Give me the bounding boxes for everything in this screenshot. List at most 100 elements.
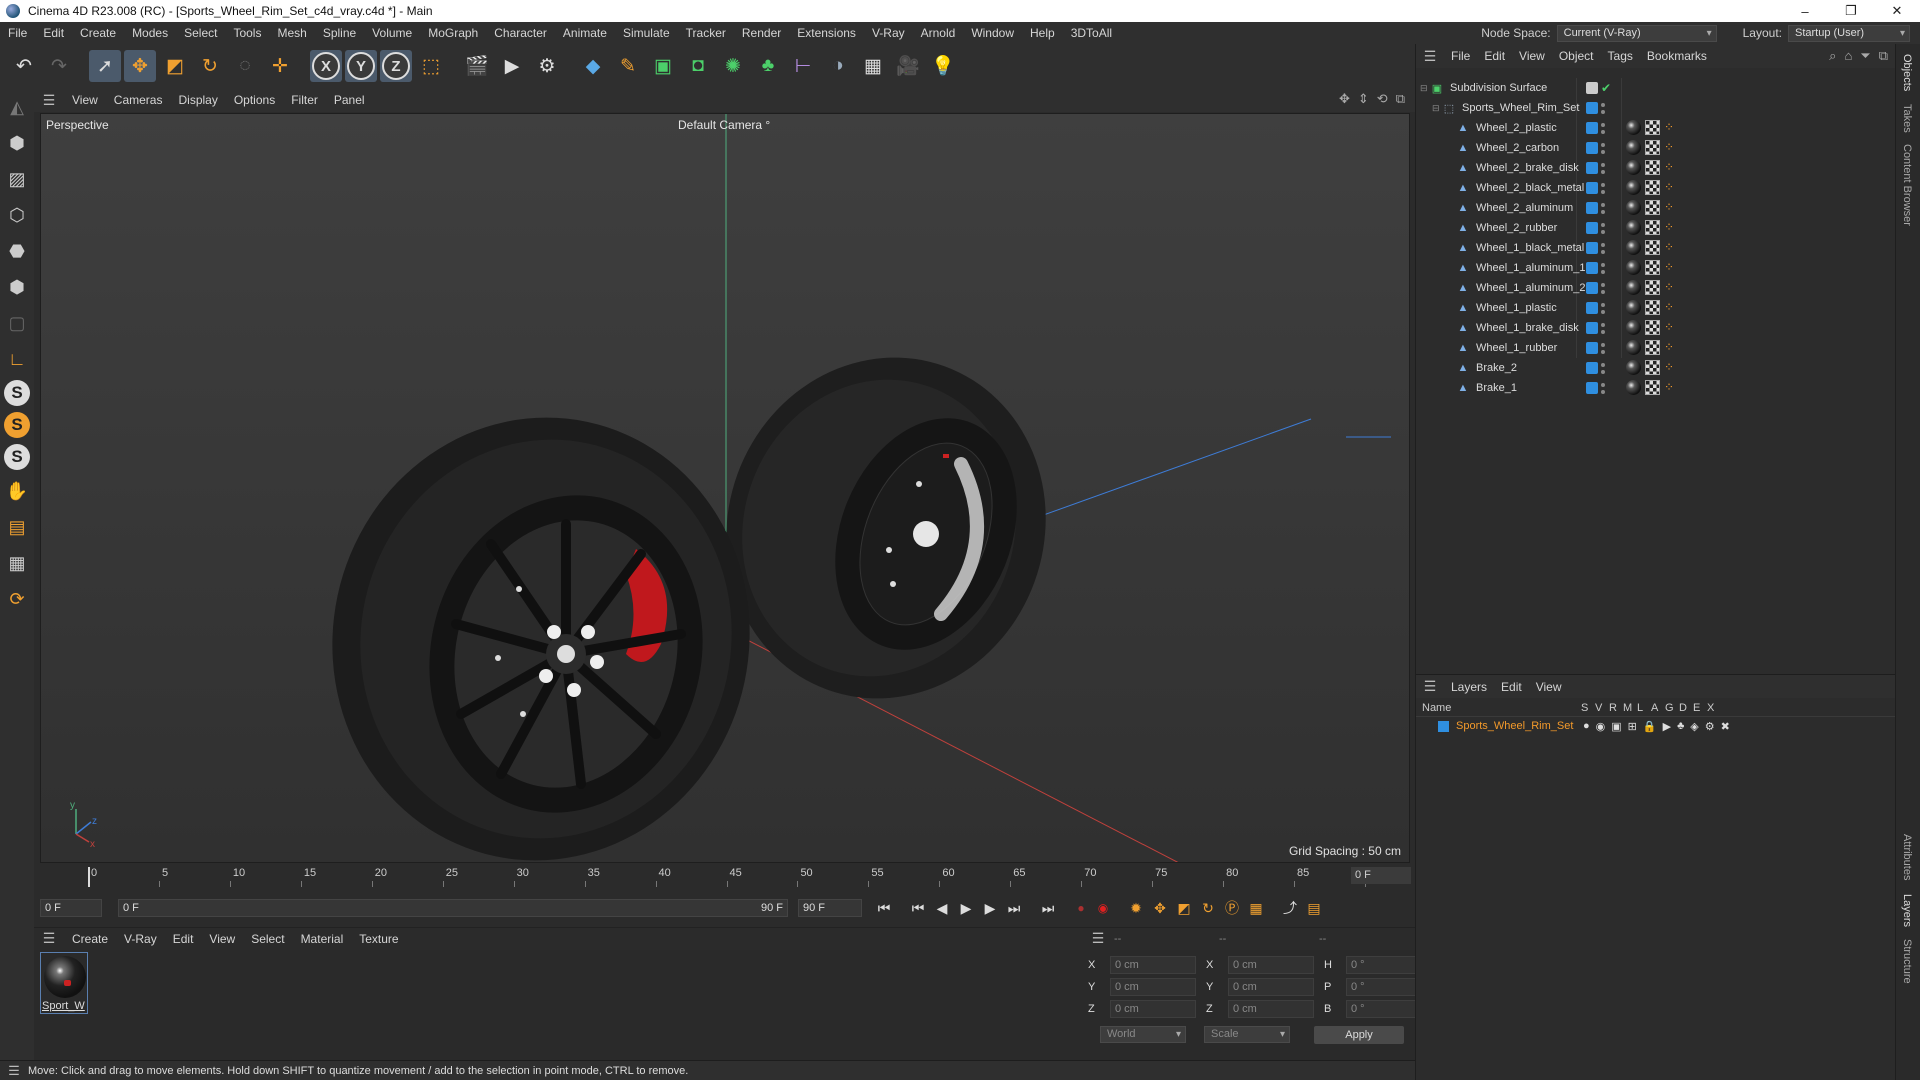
- uv-mode-icon[interactable]: ▢: [3, 308, 31, 338]
- key-scale-icon[interactable]: ◩: [1172, 897, 1196, 919]
- collapse-icon[interactable]: ⊟: [1432, 103, 1442, 114]
- material-menu-item-3[interactable]: View: [201, 932, 243, 946]
- coord-value-field[interactable]: 0 cm: [1110, 1000, 1196, 1018]
- uvw-tag-icon[interactable]: [1645, 320, 1660, 335]
- rotate-tool-icon[interactable]: ↻: [194, 50, 226, 82]
- vray-tag-icon[interactable]: ⁘: [1664, 120, 1674, 135]
- uvw-tag-icon[interactable]: [1645, 380, 1660, 395]
- tab-objects[interactable]: Objects: [1901, 54, 1913, 91]
- close-button[interactable]: ✕: [1874, 0, 1920, 22]
- light-icon[interactable]: 💡: [927, 50, 959, 82]
- layer-color-swatch[interactable]: [1586, 322, 1598, 334]
- material-tag-icon[interactable]: [1626, 340, 1641, 355]
- layer-color-swatch[interactable]: [1586, 162, 1598, 174]
- render-view-icon[interactable]: 🎬: [461, 50, 493, 82]
- y-axis-lock-icon[interactable]: Y: [345, 50, 377, 82]
- camera-icon[interactable]: 🎥: [892, 50, 924, 82]
- polygon-mode-icon[interactable]: ⬢: [3, 272, 31, 302]
- material-tag-icon[interactable]: [1626, 120, 1641, 135]
- uvw-tag-icon[interactable]: [1645, 340, 1660, 355]
- select-tool-icon[interactable]: ➚: [89, 50, 121, 82]
- vray-tag-icon[interactable]: ⁘: [1664, 320, 1674, 335]
- tree-row-object[interactable]: ▲ Wheel_1_aluminum_2 ⁘: [1416, 278, 1896, 298]
- node-space-dropdown[interactable]: Current (V-Ray): [1556, 24, 1717, 42]
- tree-row-object[interactable]: ▲ Wheel_2_carbon ⁘: [1416, 138, 1896, 158]
- menu-item-3[interactable]: Modes: [124, 22, 176, 44]
- tree-row-object[interactable]: ▲ Wheel_2_black_metal ⁘: [1416, 178, 1896, 198]
- animation-icon[interactable]: ▶: [1663, 720, 1671, 733]
- material-tag-icon[interactable]: [1626, 300, 1641, 315]
- visibility-dots-icon[interactable]: [1601, 381, 1607, 395]
- layer-row[interactable]: Sports_Wheel_Rim_Set ● ◉ ▣ ⊞ 🔒 ▶ ♣ ◈ ⚙ ✖: [1416, 718, 1896, 736]
- material-menu-item-1[interactable]: V-Ray: [116, 932, 165, 946]
- material-preview[interactable]: [44, 956, 86, 998]
- material-tag-icon[interactable]: [1626, 320, 1641, 335]
- tree-row-group[interactable]: ⊟ ⬚ Sports_Wheel_Rim_Set: [1416, 98, 1896, 118]
- layer-color-swatch[interactable]: [1586, 362, 1598, 374]
- visibility-dots-icon[interactable]: [1601, 141, 1607, 155]
- motion-system-icon[interactable]: ⤴: [1278, 897, 1302, 919]
- uvw-tag-icon[interactable]: [1645, 360, 1660, 375]
- object-manager-menu-icon[interactable]: ☰: [1416, 48, 1444, 65]
- tree-row-object[interactable]: ▲ Wheel_1_brake_disk ⁘: [1416, 318, 1896, 338]
- uvw-tag-icon[interactable]: [1645, 140, 1660, 155]
- uvw-tag-icon[interactable]: [1645, 160, 1660, 175]
- layer-color-swatch[interactable]: [1586, 202, 1598, 214]
- solo-icon[interactable]: ●: [1583, 720, 1590, 733]
- tweak-mode-icon[interactable]: ✋: [3, 476, 31, 506]
- field-icon[interactable]: ⊢: [787, 50, 819, 82]
- record-active-icon[interactable]: ●: [1070, 897, 1092, 919]
- vray-tag-icon[interactable]: ⁘: [1664, 360, 1674, 375]
- layer-color-swatch[interactable]: [1586, 122, 1598, 134]
- workplane-snap-icon[interactable]: S: [4, 444, 30, 470]
- viewport-menu-item-2[interactable]: Display: [170, 93, 225, 107]
- vray-tag-icon[interactable]: ⁘: [1664, 260, 1674, 275]
- viewport[interactable]: y z x Perspective Default Camera ° Grid …: [40, 113, 1410, 863]
- material-tag-icon[interactable]: [1626, 280, 1641, 295]
- visibility-dots-icon[interactable]: [1601, 201, 1607, 215]
- material-tag-icon[interactable]: [1626, 360, 1641, 375]
- coord-value-field[interactable]: 0 cm: [1110, 956, 1196, 974]
- menu-item-1[interactable]: Edit: [35, 22, 72, 44]
- menu-item-19[interactable]: Help: [1022, 22, 1063, 44]
- object-menu-item-0[interactable]: File: [1444, 49, 1477, 63]
- dolly-icon[interactable]: ⇕: [1358, 91, 1369, 107]
- previous-frame-icon[interactable]: ◀: [930, 897, 954, 919]
- object-menu-item-2[interactable]: View: [1512, 49, 1552, 63]
- tree-row-root[interactable]: ⊟ ▣ Subdivision Surface ✔: [1416, 78, 1896, 98]
- material-menu-icon[interactable]: ☰: [34, 930, 64, 947]
- layers-menu-item-0[interactable]: Layers: [1444, 680, 1494, 694]
- visibility-dots-icon[interactable]: [1601, 101, 1607, 115]
- search-icon[interactable]: ⌕: [1829, 48, 1836, 64]
- menu-item-4[interactable]: Select: [176, 22, 225, 44]
- layer-color-swatch[interactable]: [1586, 262, 1598, 274]
- layer-color-swatch[interactable]: [1586, 342, 1598, 354]
- create-object-icon[interactable]: ✛: [264, 50, 296, 82]
- cube-primitive-icon[interactable]: ◆: [577, 50, 609, 82]
- vray-tag-icon[interactable]: ⁘: [1664, 180, 1674, 195]
- current-frame-field[interactable]: 0 F: [1351, 867, 1411, 884]
- vray-tag-icon[interactable]: ⁘: [1664, 340, 1674, 355]
- vray-tag-icon[interactable]: ⁘: [1664, 280, 1674, 295]
- material-menu-item-5[interactable]: Material: [293, 932, 352, 946]
- collapse-icon[interactable]: ⊟: [1420, 83, 1430, 94]
- material-menu-item-2[interactable]: Edit: [165, 932, 202, 946]
- menu-item-18[interactable]: Window: [963, 22, 1022, 44]
- material-tag-icon[interactable]: [1626, 140, 1641, 155]
- render-icon[interactable]: ▣: [1611, 720, 1621, 733]
- grid-icon[interactable]: ▦: [3, 548, 31, 578]
- subdivision-icon[interactable]: ▣: [647, 50, 679, 82]
- playhead[interactable]: [88, 867, 90, 887]
- floor-icon[interactable]: ▦: [857, 50, 889, 82]
- object-menu-item-5[interactable]: Bookmarks: [1640, 49, 1714, 63]
- layer-color-swatch[interactable]: [1586, 222, 1598, 234]
- play-icon[interactable]: ▶: [954, 897, 978, 919]
- tree-row-object[interactable]: ▲ Wheel_2_brake_disk ⁘: [1416, 158, 1896, 178]
- coordinates-menu-icon[interactable]: ☰: [1084, 930, 1112, 947]
- frame-range-slider[interactable]: 0 F 90 F: [118, 899, 788, 917]
- layers-menu-item-2[interactable]: View: [1529, 680, 1569, 694]
- maximize-view-icon[interactable]: ⧉: [1396, 91, 1405, 107]
- material-tag-icon[interactable]: [1626, 260, 1641, 275]
- visibility-dots-icon[interactable]: [1601, 241, 1607, 255]
- coordinate-system-icon[interactable]: ⬚: [415, 50, 447, 82]
